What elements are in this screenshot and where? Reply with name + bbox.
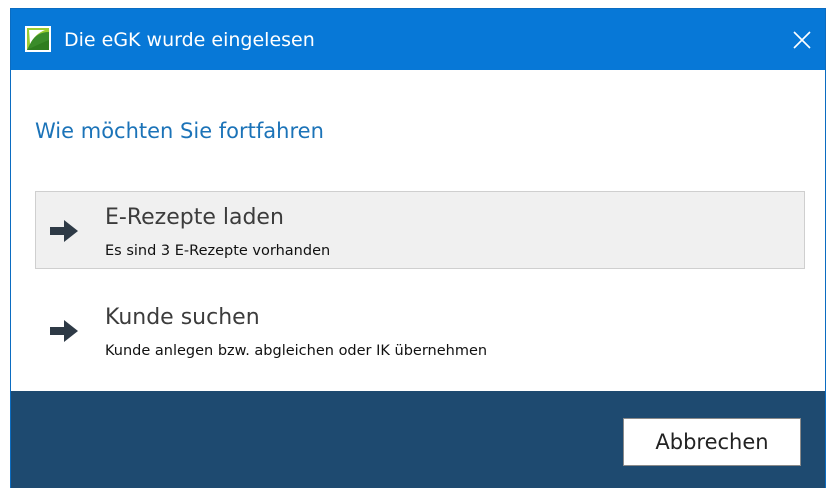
option-search-customer[interactable]: Kunde suchen Kunde anlegen bzw. abgleich… [35, 291, 805, 369]
option-title: E-Rezepte laden [105, 205, 284, 230]
option-load-prescriptions[interactable]: E-Rezepte laden Es sind 3 E-Rezepte vorh… [35, 191, 805, 269]
dialog-heading: Wie möchten Sie fortfahren [35, 119, 324, 143]
dialog-window: Die eGK wurde eingelesen Wie möchten Sie… [10, 8, 826, 488]
window-title: Die eGK wurde eingelesen [64, 29, 315, 51]
option-subtitle: Es sind 3 E-Rezepte vorhanden [105, 243, 331, 259]
option-title: Kunde suchen [105, 305, 260, 330]
dialog-footer: Abbrechen [11, 391, 825, 488]
arrow-right-icon [50, 220, 78, 242]
arrow-right-icon [50, 320, 78, 342]
app-logo-icon [25, 26, 51, 52]
option-subtitle: Kunde anlegen bzw. abgleichen oder IK üb… [105, 343, 488, 359]
close-button[interactable] [779, 9, 825, 70]
title-bar[interactable]: Die eGK wurde eingelesen [11, 9, 825, 70]
close-icon [793, 30, 811, 49]
cancel-button[interactable]: Abbrechen [623, 418, 801, 466]
